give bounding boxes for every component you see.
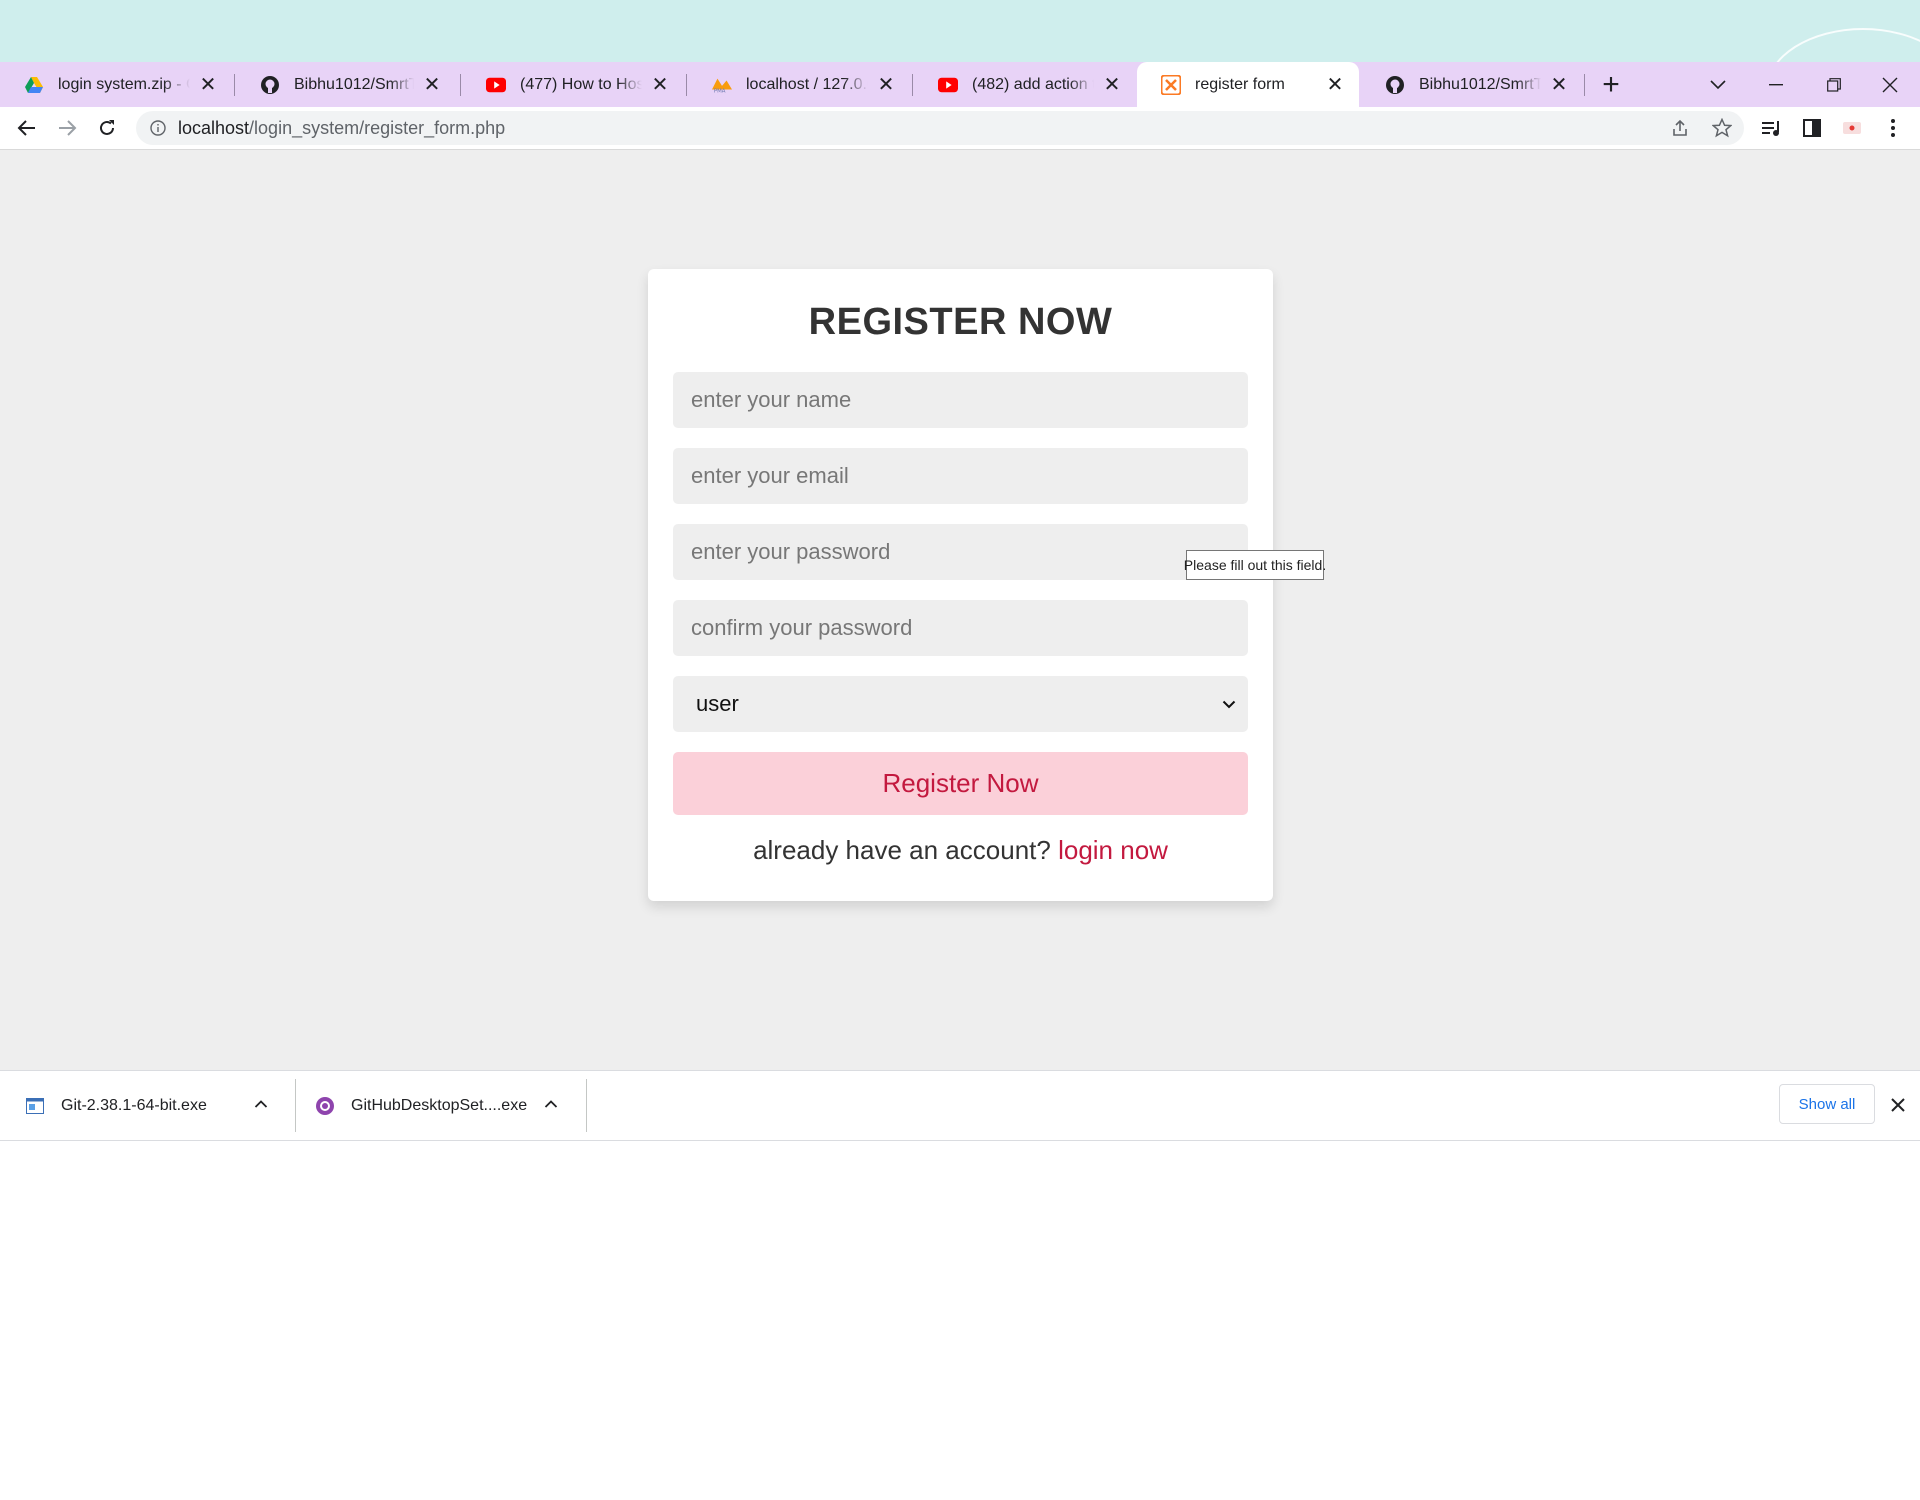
tab-search-button[interactable]: [1690, 62, 1746, 107]
back-arrow-icon: [17, 120, 35, 136]
back-button[interactable]: [10, 111, 44, 145]
url-host: localhost: [178, 117, 250, 138]
minimize-icon: [1769, 83, 1783, 85]
download-filename: Git-2.38.1-64-bit.exe: [61, 1096, 207, 1114]
download-item[interactable]: GitHubDesktopSet....exe: [315, 1071, 570, 1140]
avatar: [1843, 122, 1861, 134]
reload-icon: [100, 120, 114, 135]
new-tab-button[interactable]: +: [1596, 68, 1626, 101]
tab-separator: [1584, 74, 1585, 96]
restore-icon: [1827, 77, 1841, 92]
tab-phpmyadmin[interactable]: PMA localhost / 127.0.0.1 / ✕: [688, 62, 910, 107]
show-all-button[interactable]: Show all: [1779, 1084, 1875, 1124]
tab-github-2[interactable]: Bibhu1012/SmrtTech.com ✕: [1361, 62, 1583, 107]
close-icon[interactable]: ✕: [422, 74, 442, 96]
email-input[interactable]: [673, 448, 1248, 504]
bookmark-star-icon[interactable]: [1712, 118, 1732, 138]
youtube-icon: [486, 75, 506, 95]
validation-tooltip: Please fill out this field.: [1184, 550, 1326, 580]
tab-google-drive[interactable]: login system.zip - Google Drive ✕: [0, 62, 232, 107]
google-drive-icon: [24, 75, 44, 95]
tab-separator: [234, 74, 235, 96]
tab-title: (482) add action to submit: [972, 75, 1094, 93]
media-control-button[interactable]: [1755, 111, 1789, 145]
password-input[interactable]: [673, 524, 1248, 580]
phpmyadmin-icon: PMA: [712, 75, 732, 95]
github-desktop-icon: [315, 1096, 335, 1116]
tab-separator: [912, 74, 913, 96]
forward-button[interactable]: [50, 111, 84, 145]
github-icon: [260, 75, 280, 95]
tab-title: login system.zip - Google Drive: [58, 75, 190, 93]
tab-separator: [460, 74, 461, 96]
youtube-icon: [938, 75, 958, 95]
download-filename: GitHubDesktopSet....exe: [351, 1096, 528, 1114]
browser-toolbar: localhost/login_system/register_form.php: [0, 107, 1920, 150]
tab-youtube-host[interactable]: (477) How to Host a Website ✕: [462, 62, 684, 107]
xampp-icon: [1161, 74, 1181, 95]
tab-title: Bibhu1012/SmrtTech.com: [1419, 75, 1541, 93]
menu-button[interactable]: [1876, 111, 1910, 145]
reload-button[interactable]: [90, 111, 124, 145]
chevron-up-icon[interactable]: [254, 1099, 268, 1109]
download-separator: [295, 1079, 296, 1132]
login-link[interactable]: login now: [1058, 835, 1168, 865]
tab-strip: login system.zip - Google Drive ✕ Bibhu1…: [0, 62, 1920, 107]
restore-button[interactable]: [1806, 62, 1862, 107]
close-icon[interactable]: ✕: [1102, 74, 1122, 96]
close-icon[interactable]: ✕: [650, 74, 670, 96]
tab-separator: [686, 74, 687, 96]
confirm-password-input[interactable]: [673, 600, 1248, 656]
tab-title: Bibhu1012/SmrtTech.com: [294, 75, 414, 93]
tab-register-form[interactable]: register form ✕: [1137, 62, 1359, 107]
tab-github[interactable]: Bibhu1012/SmrtTech.com ✕: [236, 62, 456, 107]
address-bar[interactable]: localhost/login_system/register_form.php: [136, 111, 1744, 145]
form-title: REGISTER NOW: [808, 301, 1113, 343]
tab-youtube-action[interactable]: (482) add action to submit ✕: [914, 62, 1136, 107]
side-panel-icon: [1803, 119, 1821, 137]
wallpaper-decoration: [1766, 28, 1920, 62]
info-icon[interactable]: [150, 120, 166, 136]
media-queue-icon: [1762, 121, 1779, 136]
register-button[interactable]: Register Now: [673, 752, 1248, 815]
download-separator: [586, 1079, 587, 1132]
chevron-down-icon: [1710, 79, 1726, 89]
svg-text:PMA: PMA: [714, 88, 726, 94]
chevron-down-icon: [1222, 700, 1236, 708]
tab-title: localhost / 127.0.0.1 /: [746, 75, 868, 93]
login-prompt-text: already have an account?: [753, 835, 1051, 865]
page-viewport: REGISTER NOW user Register Now already h…: [0, 150, 1920, 1070]
close-icon[interactable]: ✕: [198, 74, 218, 96]
close-icon[interactable]: ✕: [1549, 74, 1569, 96]
url-text: localhost/login_system/register_form.php: [178, 118, 505, 139]
close-download-bar-button[interactable]: [1886, 1093, 1910, 1117]
close-icon[interactable]: ✕: [876, 74, 896, 96]
close-icon: [1891, 1098, 1905, 1112]
tab-title: register form: [1195, 75, 1285, 93]
name-input[interactable]: [673, 372, 1248, 428]
close-icon: [1882, 77, 1898, 92]
installer-icon: [25, 1096, 45, 1116]
forward-arrow-icon: [59, 120, 77, 136]
desktop-background: [0, 0, 1920, 62]
close-icon[interactable]: ✕: [1325, 74, 1345, 96]
github-icon: [1385, 75, 1405, 95]
share-icon[interactable]: [1670, 118, 1690, 138]
side-panel-button[interactable]: [1795, 111, 1829, 145]
user-type-select[interactable]: user: [673, 676, 1248, 732]
register-form: REGISTER NOW user Register Now already h…: [648, 269, 1273, 901]
download-item[interactable]: Git-2.38.1-64-bit.exe: [25, 1071, 280, 1140]
chevron-up-icon[interactable]: [544, 1099, 558, 1109]
close-window-button[interactable]: [1862, 62, 1918, 107]
url-path: /login_system/register_form.php: [249, 117, 506, 138]
more-vert-icon: [1891, 119, 1895, 137]
login-prompt: already have an account? login now: [648, 835, 1273, 866]
minimize-button[interactable]: [1748, 62, 1804, 107]
tab-title: (477) How to Host a Website: [520, 75, 642, 93]
download-bar: Git-2.38.1-64-bit.exe GitHubDesktopSet..…: [0, 1070, 1920, 1141]
user-type-value: user: [696, 691, 739, 716]
profile-button[interactable]: [1835, 111, 1869, 145]
